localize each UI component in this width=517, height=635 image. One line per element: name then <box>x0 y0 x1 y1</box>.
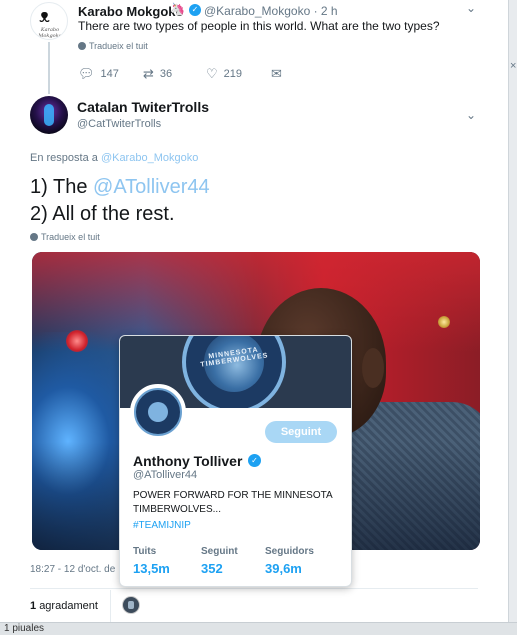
profile-name[interactable]: Anthony Tolliver <box>133 453 242 469</box>
photo-stage-light <box>66 330 88 352</box>
author-name[interactable]: Karabo Mokgoko <box>78 4 183 19</box>
avatar[interactable]: ᴥ Karabo Mokgoko <box>30 2 68 40</box>
dm-button[interactable]: ✉ <box>271 66 288 82</box>
liker-avatar[interactable] <box>122 596 140 614</box>
translate-label: Tradueix el tuit <box>89 41 148 51</box>
verified-icon: ✓ <box>189 4 201 16</box>
close-icon[interactable]: × <box>510 60 516 72</box>
verified-icon: ✓ <box>248 454 261 467</box>
like-button[interactable]: ♡ 219 <box>206 66 242 82</box>
avatar-logo <box>134 388 182 436</box>
following-button[interactable]: Seguint <box>265 421 337 443</box>
tweet-text: 1) The @ATolliver44 2) All of the rest. <box>30 174 210 228</box>
hashtag-link[interactable]: #TEAMIJNIP <box>133 520 191 531</box>
tweet-line-1: 1) The @ATolliver44 <box>30 174 210 201</box>
stat-label: Seguint <box>201 546 238 557</box>
team-logo: MINNESOTA TIMBERWOLVES <box>182 336 286 408</box>
tweet-timestamp[interactable]: 18:27 - 12 d'oct. de <box>30 564 115 575</box>
reply-button[interactable]: 💬︎ 147 <box>78 66 119 82</box>
photo-person-ear <box>362 348 384 388</box>
liker-avatar-figure <box>128 601 134 609</box>
stat-value: 13,5m <box>133 561 170 576</box>
reply-to-link[interactable]: @Karabo_Mokgoko <box>101 152 198 164</box>
author-name[interactable]: Catalan TwiterTrolls <box>77 99 209 115</box>
divider <box>30 588 478 589</box>
likes-summary[interactable]: 1 agradament <box>30 600 98 612</box>
globe-icon <box>78 42 86 50</box>
background-page-edge: × <box>508 0 517 635</box>
tweet-text: There are two types of people in this wo… <box>78 19 440 33</box>
stat-following[interactable]: Seguint 352 <box>201 546 238 576</box>
like-count: 219 <box>223 68 243 80</box>
divider <box>110 590 111 622</box>
stat-label: Seguidors <box>265 546 314 557</box>
retweet-icon: ⇄ <box>143 66 154 81</box>
envelope-icon: ✉ <box>271 66 282 81</box>
retweet-count: 36 <box>159 68 173 80</box>
reply-icon: 💬︎ <box>78 66 95 81</box>
globe-icon <box>30 233 38 241</box>
reply-context: En resposta a @Karabo_Mokgoko <box>30 152 198 164</box>
avatar-signature: Karabo Mokgoko <box>38 27 62 39</box>
wolf-emblem-icon <box>148 402 168 422</box>
bottom-status-bar: 1 piuales <box>0 622 517 635</box>
tweet-modal: ᴥ Karabo Mokgoko Karabo Mokgoko 🦄 ✓ @Kar… <box>0 0 517 635</box>
translate-label: Tradueix el tuit <box>41 232 100 242</box>
reply-count: 147 <box>100 68 119 80</box>
author-handle[interactable]: @CatTwiterTrolls <box>77 118 161 130</box>
reply-prefix: En resposta a <box>30 152 98 164</box>
profile-bio: POWER FORWARD FOR THE MINNESOTA TIMBERWO… <box>133 490 333 515</box>
translate-link[interactable]: Tradueix el tuit <box>78 41 148 51</box>
likes-label: agradament <box>39 600 98 612</box>
likes-count: 1 <box>30 600 37 612</box>
avatar-figure <box>44 104 54 126</box>
stat-value: 352 <box>201 561 223 576</box>
thread-line <box>48 42 50 94</box>
stat-value: 39,6m <box>265 561 302 576</box>
line1-prefix: 1) The <box>30 176 88 198</box>
author-handle[interactable]: @Karabo_Mokgoko · 2 h <box>204 4 338 18</box>
profile-illustration-icon: ᴥ <box>39 6 50 26</box>
photo-stage-light <box>438 316 450 328</box>
chevron-down-icon[interactable]: ⌄ <box>466 108 476 122</box>
translate-link[interactable]: Tradueix el tuit <box>30 232 100 242</box>
heart-icon: ♡ <box>206 66 218 81</box>
tweet-line-2: 2) All of the rest. <box>30 203 175 225</box>
stat-tweets[interactable]: Tuits 13,5m <box>133 546 170 576</box>
unicorn-emoji: 🦄 <box>170 2 185 16</box>
retweet-button[interactable]: ⇄ 36 <box>143 66 172 82</box>
avatar[interactable] <box>130 384 186 440</box>
parent-tweet[interactable]: ᴥ Karabo Mokgoko Karabo Mokgoko 🦄 ✓ @Kar… <box>0 0 508 94</box>
avatar[interactable] <box>30 96 68 134</box>
chevron-down-icon[interactable]: ⌄ <box>466 1 476 15</box>
stat-label: Tuits <box>133 546 157 557</box>
profile-handle[interactable]: @ATolliver44 <box>133 469 197 481</box>
profile-hovercard: MINNESOTA TIMBERWOLVES Seguint Anthony T… <box>119 335 352 587</box>
stat-followers[interactable]: Seguidors 39,6m <box>265 546 314 576</box>
mention-link[interactable]: @ATolliver44 <box>93 176 210 198</box>
